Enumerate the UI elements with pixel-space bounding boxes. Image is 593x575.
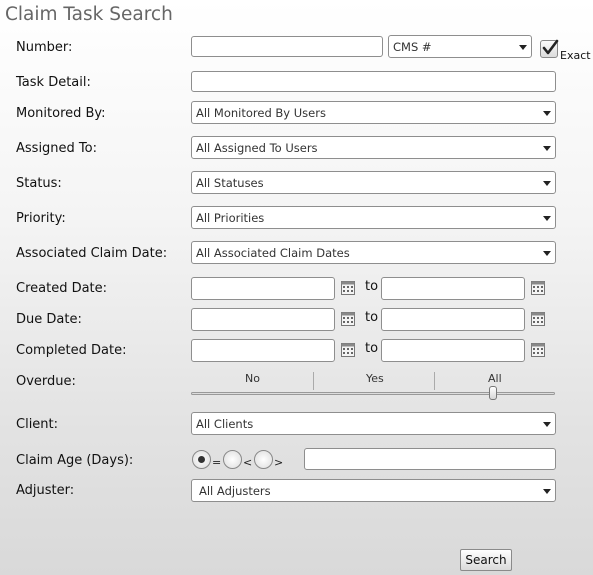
claim-age-greater-radio[interactable] — [254, 450, 273, 469]
associated-claim-date-select[interactable]: All Associated Claim Dates — [191, 241, 556, 264]
due-date-to-input[interactable] — [381, 308, 525, 331]
exact-label: Exact — [560, 49, 591, 62]
assigned-to-label: Assigned To: — [16, 141, 97, 156]
number-input[interactable] — [191, 36, 383, 57]
priority-select[interactable]: All Priorities — [191, 206, 556, 229]
calendar-icon[interactable] — [341, 343, 355, 357]
monitored-by-value: All Monitored By Users — [196, 106, 326, 120]
calendar-icon[interactable] — [341, 281, 355, 295]
created-date-to-input[interactable] — [381, 277, 525, 300]
completed-date-to-label: to — [365, 341, 379, 356]
claim-age-greater-symbol: > — [274, 456, 284, 469]
page-title: Claim Task Search — [5, 4, 173, 25]
number-type-value: CMS # — [393, 40, 432, 54]
claim-age-label: Claim Age (Days): — [16, 453, 134, 468]
associated-claim-date-value: All Associated Claim Dates — [196, 246, 350, 260]
chevron-down-icon — [543, 216, 551, 221]
status-label: Status: — [16, 176, 62, 191]
overdue-divider — [434, 372, 435, 390]
monitored-by-select[interactable]: All Monitored By Users — [191, 101, 556, 124]
claim-age-equal-symbol: = — [212, 456, 222, 469]
radio-selected-dot — [198, 456, 205, 463]
assigned-to-value: All Assigned To Users — [196, 141, 318, 155]
overdue-slider-thumb[interactable] — [489, 386, 497, 400]
claim-age-equal-radio[interactable] — [192, 450, 211, 469]
completed-date-from-input[interactable] — [191, 339, 335, 362]
adjuster-value: All Adjusters — [199, 484, 271, 498]
calendar-icon[interactable] — [531, 312, 545, 326]
associated-claim-date-label: Associated Claim Date: — [16, 246, 168, 261]
due-date-label: Due Date: — [16, 312, 82, 327]
created-date-from-input[interactable] — [191, 277, 335, 300]
chevron-down-icon — [543, 422, 551, 427]
created-date-label: Created Date: — [16, 281, 108, 296]
chevron-down-icon — [543, 489, 551, 494]
chevron-down-icon — [543, 146, 551, 151]
overdue-option-yes[interactable]: Yes — [366, 372, 384, 385]
client-select[interactable]: All Clients — [191, 412, 556, 435]
claim-age-less-radio[interactable] — [223, 450, 242, 469]
calendar-icon[interactable] — [531, 343, 545, 357]
overdue-label: Overdue: — [16, 374, 76, 389]
assigned-to-select[interactable]: All Assigned To Users — [191, 136, 556, 159]
overdue-slider-track[interactable] — [191, 392, 555, 395]
due-date-to-label: to — [365, 310, 379, 325]
overdue-option-no[interactable]: No — [245, 372, 260, 385]
status-value: All Statuses — [196, 176, 264, 190]
exact-checkbox[interactable] — [540, 39, 559, 58]
chevron-down-icon — [543, 251, 551, 256]
claim-age-less-symbol: < — [243, 456, 253, 469]
search-button[interactable]: Search — [460, 549, 512, 571]
status-select[interactable]: All Statuses — [191, 171, 556, 194]
checkmark-icon — [542, 39, 559, 55]
claim-age-input[interactable] — [304, 448, 556, 470]
priority-label: Priority: — [16, 211, 66, 226]
overdue-divider — [313, 372, 314, 390]
task-detail-input[interactable] — [191, 71, 556, 92]
chevron-down-icon — [519, 45, 527, 50]
calendar-icon[interactable] — [341, 312, 355, 326]
priority-value: All Priorities — [196, 211, 265, 225]
client-label: Client: — [16, 417, 59, 432]
client-value: All Clients — [196, 417, 254, 431]
calendar-icon[interactable] — [531, 281, 545, 295]
adjuster-select[interactable]: All Adjusters — [191, 479, 556, 502]
number-type-select[interactable]: CMS # — [388, 35, 532, 58]
chevron-down-icon — [543, 181, 551, 186]
chevron-down-icon — [543, 111, 551, 116]
number-label: Number: — [16, 40, 73, 55]
completed-date-label: Completed Date: — [16, 343, 127, 358]
created-date-to-label: to — [365, 279, 379, 294]
task-detail-label: Task Detail: — [16, 75, 91, 90]
overdue-option-all[interactable]: All — [488, 372, 502, 385]
due-date-from-input[interactable] — [191, 308, 335, 331]
monitored-by-label: Monitored By: — [16, 106, 106, 121]
adjuster-label: Adjuster: — [16, 483, 75, 498]
completed-date-to-input[interactable] — [381, 339, 525, 362]
